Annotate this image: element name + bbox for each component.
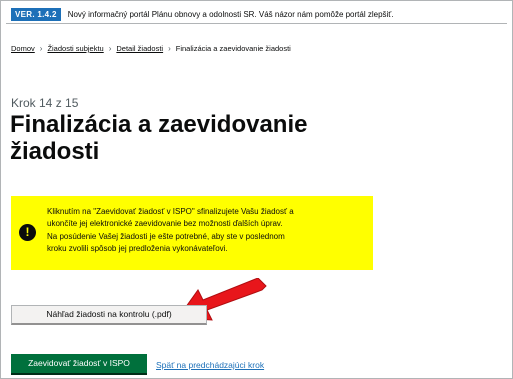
- warning-panel: ! Kliknutím na "Zaevidovať žiadosť v ISP…: [11, 196, 373, 270]
- warning-line: ukončíte jej elektronické zaevidovanie b…: [47, 219, 283, 229]
- submit-button[interactable]: Zaevidovať žiadosť v ISPO: [11, 354, 147, 375]
- warning-icon: !: [19, 224, 36, 241]
- back-link[interactable]: Späť na predchádzajúci krok: [156, 360, 264, 370]
- warning-line: Na posúdenie Vašej žiadosti je ešte potr…: [47, 231, 285, 241]
- version-tag: VER. 1.4.2: [11, 7, 61, 21]
- breadcrumb-current: Finalizácia a zaevidovanie žiadosti: [175, 44, 291, 53]
- step-caption: Krok 14 z 15: [11, 96, 79, 110]
- breadcrumb-separator-icon: ›: [108, 44, 112, 53]
- preview-pdf-button[interactable]: Náhľad žiadosti na kontrolu (.pdf): [11, 305, 207, 325]
- page-title: Finalizácia a zaevidovanie žiadosti: [10, 111, 390, 165]
- breadcrumb-link-application-detail[interactable]: Detail žiadosti: [116, 44, 163, 53]
- phase-banner-text: Nový informačný portál Plánu obnovy a od…: [67, 9, 394, 19]
- warning-line: kroku zvolili spôsob jej predloženia vyk…: [47, 243, 228, 253]
- warning-line: Kliknutím na "Zaevidovať žiadosť v ISPO"…: [47, 207, 294, 216]
- breadcrumb-separator-icon: ›: [168, 44, 171, 53]
- phase-banner: VER. 1.4.2 Nový informačný portál Plánu …: [6, 5, 507, 24]
- page-title-line2: žiadosti: [10, 138, 100, 165]
- warning-text: Kliknutím na "Zaevidovať žiadosť v ISPO"…: [47, 206, 369, 255]
- breadcrumb-separator-icon: ›: [39, 44, 43, 53]
- page-title-line1: Finalizácia a zaevidovanie: [10, 111, 308, 138]
- breadcrumb: Domov › Žiadosti subjektu › Detail žiado…: [11, 44, 291, 53]
- breadcrumb-link-applications[interactable]: Žiadosti subjektu: [47, 44, 103, 53]
- breadcrumb-link-home[interactable]: Domov: [11, 44, 35, 53]
